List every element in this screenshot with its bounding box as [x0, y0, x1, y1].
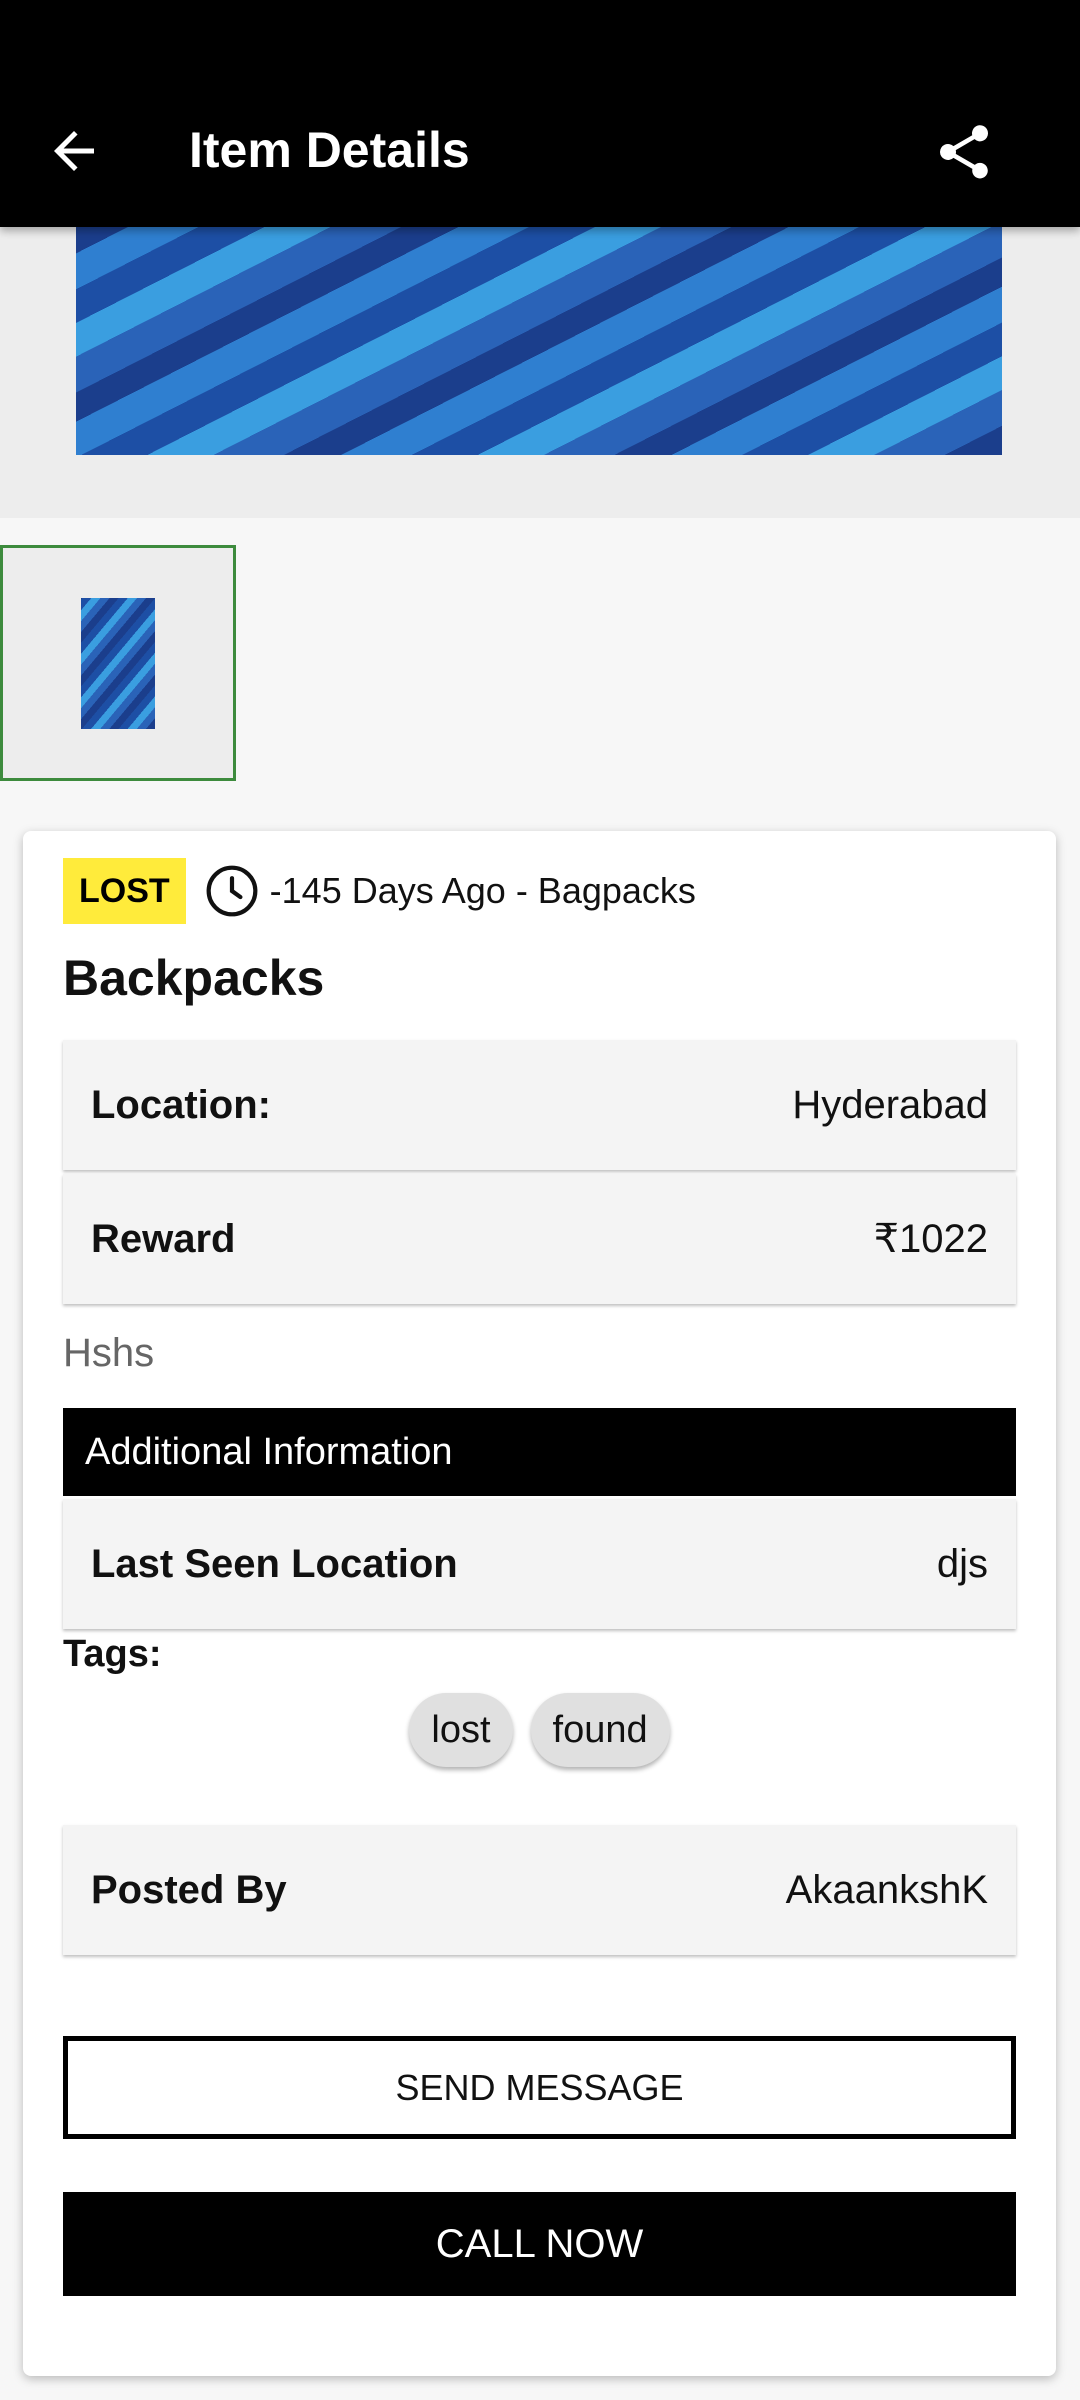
reward-label: Reward	[91, 1216, 236, 1261]
item-title: Backpacks	[63, 950, 325, 1006]
posted-by-label: Posted By	[91, 1867, 287, 1912]
tag-list: lost found	[23, 1693, 1056, 1767]
item-details-card: LOST -145 Days Ago - Bagpacks Backpacks …	[23, 831, 1056, 2376]
reward-row: Reward ₹1022	[63, 1174, 1016, 1304]
item-photo[interactable]	[76, 227, 1002, 455]
tag-chip-lost[interactable]: lost	[409, 1693, 513, 1767]
meta-row: LOST -145 Days Ago - Bagpacks	[63, 858, 696, 924]
posted-time-category: -145 Days Ago - Bagpacks	[269, 870, 696, 911]
status-bar	[0, 0, 1080, 74]
thumbnail-image	[81, 598, 155, 729]
last-seen-row: Last Seen Location djs	[63, 1499, 1016, 1629]
additional-info-heading: Additional Information	[63, 1408, 1016, 1496]
app-bar: Item Details	[0, 74, 1080, 227]
reward-value: ₹1022	[873, 1217, 988, 1261]
arrow-left-icon[interactable]	[44, 121, 104, 181]
send-message-button[interactable]: SEND MESSAGE	[63, 2036, 1016, 2139]
thumbnail-selected[interactable]	[0, 545, 236, 781]
item-description: Hshs	[63, 1331, 155, 1375]
page-title: Item Details	[189, 122, 470, 178]
location-row: Location: Hyderabad	[63, 1040, 1016, 1170]
last-seen-value: djs	[936, 1541, 988, 1586]
share-icon[interactable]	[932, 120, 996, 184]
tag-chip-found[interactable]: found	[530, 1693, 670, 1767]
image-gallery[interactable]	[0, 227, 1080, 518]
tags-label: Tags:	[63, 1633, 162, 1675]
location-value: Hyderabad	[792, 1082, 988, 1127]
clock-icon	[206, 865, 258, 917]
status-badge: LOST	[63, 858, 186, 924]
last-seen-label: Last Seen Location	[91, 1541, 458, 1586]
location-label: Location:	[91, 1082, 271, 1127]
posted-by-row: Posted By AkaankshK	[63, 1825, 1016, 1955]
call-now-button[interactable]: CALL NOW	[63, 2192, 1016, 2296]
posted-by-value: AkaankshK	[785, 1867, 988, 1912]
